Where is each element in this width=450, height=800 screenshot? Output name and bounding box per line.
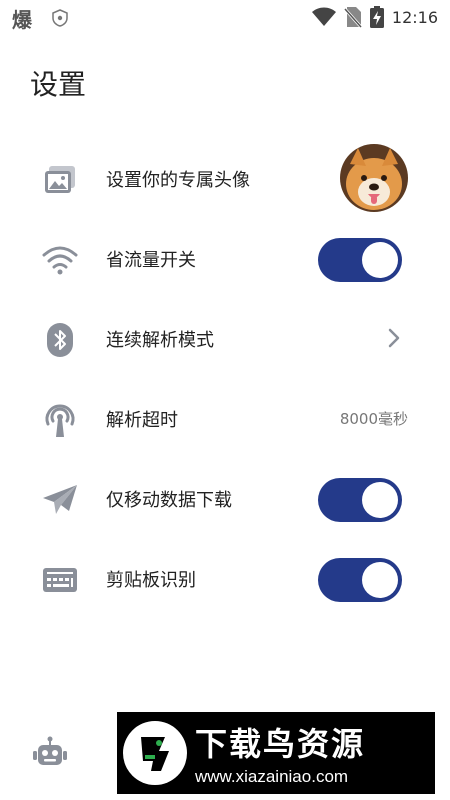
clipboard-toggle[interactable] xyxy=(318,558,402,602)
setting-label: 剪贴板识别 xyxy=(106,570,196,591)
wifi-icon xyxy=(40,240,80,280)
battery-charging-icon xyxy=(369,6,384,28)
paper-plane-icon xyxy=(40,480,80,520)
timeout-value: 8000毫秒 xyxy=(339,410,408,428)
robot-icon[interactable] xyxy=(32,735,68,771)
setting-parse-timeout-row[interactable]: 解析超时 8000毫秒 xyxy=(0,380,450,460)
bluetooth-icon xyxy=(40,320,80,360)
shield-icon xyxy=(52,9,68,27)
toggle-knob xyxy=(362,482,398,518)
chevron-right-icon[interactable] xyxy=(386,326,402,350)
status-time: 12:16 xyxy=(391,7,438,27)
data-saver-toggle[interactable] xyxy=(318,238,402,282)
scroll-fade xyxy=(0,640,450,700)
mobile-only-toggle[interactable] xyxy=(318,478,402,522)
watermark-title: 下载鸟资源 xyxy=(195,725,366,763)
status-icons: 12:16 xyxy=(311,5,438,29)
setting-label: 仅移动数据下载 xyxy=(106,490,232,511)
wifi-signal-icon xyxy=(311,7,336,26)
avatar[interactable] xyxy=(340,144,408,212)
image-icon xyxy=(40,160,80,200)
watermark-brand: 下载鸟资源 www.xiazainiao.com xyxy=(195,719,365,787)
setting-label: 解析超时 xyxy=(106,410,178,431)
setting-data-saver-row: 省流量开关 xyxy=(0,220,450,300)
setting-clipboard-row: 剪贴板识别 xyxy=(0,540,450,620)
watermark-banner: 下载鸟资源 www.xiazainiao.com xyxy=(117,712,435,794)
keyboard-icon xyxy=(40,560,80,600)
setting-avatar-row[interactable]: 设置你的专属头像 xyxy=(0,140,450,220)
toggle-knob xyxy=(362,242,398,278)
no-sim-icon xyxy=(343,7,362,28)
setting-label: 设置你的专属头像 xyxy=(106,170,250,191)
setting-label: 省流量开关 xyxy=(106,250,196,271)
toggle-knob xyxy=(362,562,398,598)
app-notification-icon: 爆 xyxy=(12,8,32,32)
antenna-icon xyxy=(40,400,80,440)
watermark-url: www.xiazainiao.com xyxy=(195,767,349,786)
page-title: 设置 xyxy=(30,68,87,101)
bird-logo-icon xyxy=(123,721,187,785)
status-bar: 爆 12:16 xyxy=(0,0,450,36)
setting-continuous-parse-row[interactable]: 连续解析模式 xyxy=(0,300,450,380)
setting-mobile-only-row: 仅移动数据下载 xyxy=(0,460,450,540)
settings-list: 设置你的专属头像 省流量开关 连续解析模式 解析超时 8000毫秒 仅移动数据下… xyxy=(0,140,450,620)
setting-label: 连续解析模式 xyxy=(106,330,214,351)
